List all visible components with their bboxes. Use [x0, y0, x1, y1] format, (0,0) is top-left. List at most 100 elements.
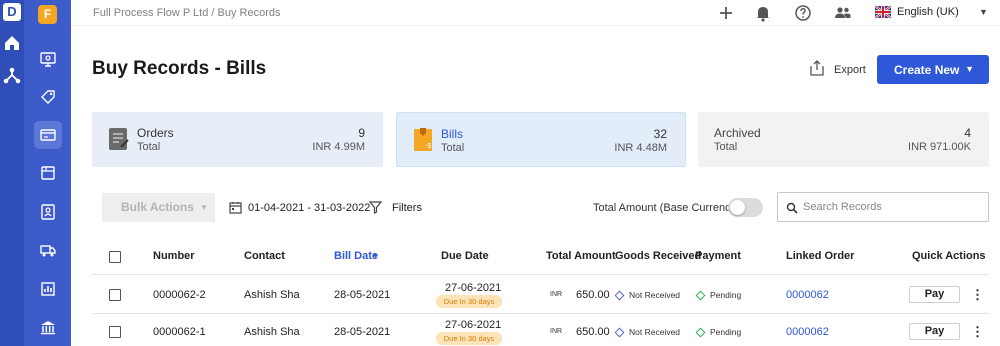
inventory-nav[interactable] — [34, 159, 62, 187]
svg-text:-$: -$ — [425, 143, 431, 150]
help-icon[interactable] — [793, 3, 813, 23]
column-due-date[interactable]: Due Date — [441, 250, 489, 262]
column-contact[interactable]: Contact — [244, 250, 285, 262]
team-icon[interactable] — [833, 3, 853, 23]
bulk-actions-button[interactable]: Bulk Actions ▼ — [102, 193, 215, 222]
search-box[interactable] — [777, 192, 989, 222]
bank-icon — [41, 321, 55, 335]
pay-button[interactable]: Pay — [909, 323, 960, 340]
logistics-nav[interactable] — [34, 236, 62, 264]
network-icon[interactable] — [2, 66, 22, 86]
bar-chart-icon — [41, 282, 55, 296]
filter-icon[interactable] — [369, 201, 382, 214]
toggle-knob — [730, 200, 745, 215]
more-options-icon[interactable]: ⋮ — [971, 287, 984, 303]
base-currency-toggle-label: Total Amount (Base Currency) — [593, 202, 740, 214]
goods-status: Not Received — [614, 327, 681, 337]
payment-status: Pending — [695, 327, 742, 337]
chevron-down-icon: ▼ — [200, 203, 208, 212]
create-new-label: Create New — [894, 62, 960, 77]
orders-icon — [109, 128, 129, 150]
bill-date: 28-05-2021 — [334, 326, 391, 338]
orders-card-amount: INR 4.99M — [312, 141, 365, 153]
due-date: 27-06-2021 — [445, 319, 502, 331]
buy-nav[interactable] — [34, 121, 62, 149]
table-divider — [92, 313, 989, 314]
filters-button[interactable]: Filters — [392, 202, 422, 214]
column-goods-received[interactable]: Goods Received — [615, 250, 701, 262]
home-icon[interactable] — [2, 33, 22, 53]
goods-status-icon — [614, 290, 625, 300]
due-badge: Due In 30 days — [436, 295, 502, 308]
bill-number[interactable]: 0000062-2 — [153, 289, 206, 301]
column-number[interactable]: Number — [153, 250, 195, 262]
page-title: Buy Records - Bills — [92, 58, 267, 79]
add-icon[interactable] — [716, 3, 736, 23]
sort-desc-icon[interactable]: ▼ — [372, 253, 379, 260]
column-payment[interactable]: Payment — [695, 250, 741, 262]
orders-card[interactable]: Orders Total 9 INR 4.99M — [92, 112, 383, 167]
bills-icon: -$ — [414, 128, 432, 151]
contact-name: Ashish Sha — [244, 326, 300, 338]
export-icon[interactable] — [808, 59, 826, 77]
search-input[interactable] — [803, 198, 983, 216]
bills-card[interactable]: -$ Bills Total 32 INR 4.48M — [396, 112, 686, 167]
more-options-icon[interactable]: ⋮ — [971, 324, 984, 340]
total-amount: 650.00 — [576, 326, 610, 338]
payment-status-icon — [695, 327, 706, 337]
due-date: 27-06-2021 — [445, 282, 502, 294]
export-button[interactable]: Export — [834, 64, 866, 76]
archived-card[interactable]: Archived Total 4 INR 971.00K — [698, 112, 989, 167]
linked-order-link[interactable]: 0000062 — [786, 326, 829, 338]
contact-card-icon — [41, 204, 55, 220]
bulk-actions-label: Bulk Actions — [121, 200, 194, 214]
app-rail: D — [0, 0, 24, 346]
due-badge: Due In 30 days — [436, 332, 502, 345]
truck-icon — [40, 245, 56, 257]
table-divider — [92, 274, 989, 275]
archived-card-amount: INR 971.00K — [908, 141, 971, 153]
currency-code: INR — [550, 291, 563, 298]
column-linked-order[interactable]: Linked Order — [786, 250, 854, 262]
orders-card-name: Orders — [137, 126, 174, 140]
create-new-button[interactable]: Create New ▼ — [877, 55, 989, 84]
calendar-icon[interactable] — [229, 201, 242, 214]
module-rail: F — [24, 0, 71, 346]
payment-status-label: Pending — [710, 327, 742, 337]
date-range-picker[interactable]: 01-04-2021 - 31-03-2022 — [248, 202, 370, 214]
goods-status-label: Not Received — [629, 327, 681, 337]
reports-nav[interactable] — [34, 275, 62, 303]
goods-status-label: Not Received — [629, 290, 681, 300]
currency-code: INR — [550, 328, 563, 335]
column-total-amount[interactable]: Total Amount — [546, 250, 616, 262]
bank-nav[interactable] — [34, 313, 62, 341]
org-badge[interactable]: F — [38, 5, 57, 24]
select-all-checkbox[interactable] — [109, 251, 121, 263]
app-logo[interactable]: D — [3, 3, 21, 21]
archived-card-count: 4 — [964, 126, 971, 140]
tag-icon — [41, 90, 55, 104]
archived-card-name: Archived — [714, 126, 761, 140]
monitor-icon — [40, 52, 56, 67]
bills-card-count: 32 — [653, 127, 667, 141]
box-icon — [41, 166, 55, 180]
pay-button[interactable]: Pay — [909, 286, 960, 303]
row-checkbox[interactable] — [109, 326, 121, 338]
row-checkbox[interactable] — [109, 289, 121, 301]
sell-nav[interactable] — [34, 83, 62, 111]
base-currency-toggle[interactable] — [728, 198, 763, 217]
payment-status-label: Pending — [710, 290, 742, 300]
linked-order-link[interactable]: 0000062 — [786, 289, 829, 301]
breadcrumb[interactable]: Full Process Flow P Ltd / Buy Records — [93, 7, 280, 19]
bell-icon[interactable] — [753, 3, 773, 23]
bills-card-amount: INR 4.48M — [614, 142, 667, 154]
orders-card-count: 9 — [358, 126, 365, 140]
contacts-nav[interactable] — [34, 198, 62, 226]
bill-card-icon — [40, 129, 56, 141]
bill-date: 28-05-2021 — [334, 289, 391, 301]
bill-number[interactable]: 0000062-1 — [153, 326, 206, 338]
language-selector[interactable]: English (UK) — [897, 6, 959, 18]
chevron-down-icon[interactable]: ▼ — [979, 7, 988, 17]
dashboard-nav[interactable] — [34, 45, 62, 73]
contact-name: Ashish Sha — [244, 289, 300, 301]
